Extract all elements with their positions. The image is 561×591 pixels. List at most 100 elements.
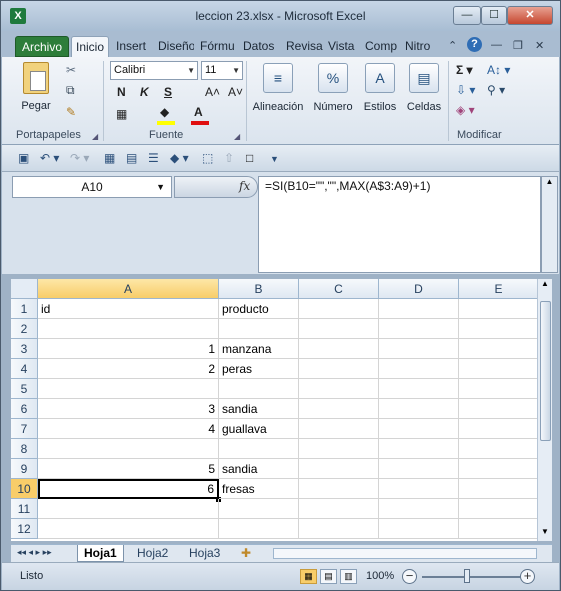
sheet-tab-hoja3[interactable]: Hoja3 (183, 545, 226, 562)
cell-a4[interactable]: 2 (38, 359, 219, 379)
underline-button[interactable]: S (164, 85, 172, 99)
cell-a7[interactable]: 4 (38, 419, 219, 439)
autosum-icon[interactable]: Σ ▾ (456, 63, 473, 77)
alignment-button[interactable]: ≡ Alineación (250, 60, 306, 126)
cell-e2[interactable] (459, 319, 539, 339)
clipboard-launcher-icon[interactable]: ◢ (92, 132, 98, 141)
cell-c11[interactable] (299, 499, 379, 519)
doc-close-icon[interactable]: ✕ (535, 39, 544, 52)
row-header[interactable]: 11 (11, 499, 38, 519)
font-name-combo[interactable]: Calibri ▼ (110, 61, 198, 80)
cell-d12[interactable] (379, 519, 459, 539)
cell-a5[interactable] (38, 379, 219, 399)
cell-b11[interactable] (219, 499, 299, 519)
border-icon[interactable]: □ (246, 151, 253, 165)
fill-color-qat-icon[interactable]: ◆ ▾ (170, 151, 189, 165)
formula-input[interactable]: =SI(B10="","",MAX(A$3:A9)+1) (258, 176, 541, 273)
row-header[interactable]: 5 (11, 379, 38, 399)
cell-d5[interactable] (379, 379, 459, 399)
cell-a2[interactable] (38, 319, 219, 339)
sort-filter-icon[interactable]: A↕ ▾ (487, 63, 510, 77)
row-header[interactable]: 4 (11, 359, 38, 379)
cell-d6[interactable] (379, 399, 459, 419)
font-launcher-icon[interactable]: ◢ (234, 132, 240, 141)
cell-a1[interactable]: id (38, 299, 219, 319)
cell-e5[interactable] (459, 379, 539, 399)
cell-a3[interactable]: 1 (38, 339, 219, 359)
cell-a8[interactable] (38, 439, 219, 459)
row-header[interactable]: 12 (11, 519, 38, 539)
cell-a12[interactable] (38, 519, 219, 539)
cell-c3[interactable] (299, 339, 379, 359)
tab-vista[interactable]: Vista (324, 36, 360, 57)
insert-sheet-icon[interactable]: ✚ (235, 545, 257, 562)
column-header-b[interactable]: B (219, 279, 299, 299)
row-header[interactable]: 9 (11, 459, 38, 479)
sheet-icon[interactable]: ▤ (126, 151, 137, 165)
scroll-up-icon[interactable]: ▲ (539, 279, 551, 291)
zoom-level[interactable]: 100% (366, 570, 394, 582)
cell-c5[interactable] (299, 379, 379, 399)
cell-d11[interactable] (379, 499, 459, 519)
redo-icon[interactable]: ↷ ▾ (70, 151, 89, 165)
cell-e12[interactable] (459, 519, 539, 539)
tab-nitro[interactable]: Nitro (401, 36, 439, 57)
cells-button[interactable]: ▤ Celdas (404, 60, 444, 126)
zoom-slider-thumb[interactable] (464, 569, 470, 583)
cell-a6[interactable]: 3 (38, 399, 219, 419)
grow-font-button[interactable]: A˄ (205, 85, 220, 99)
filter-icon[interactable]: ☰ (148, 151, 159, 165)
format-painter-icon[interactable]: ✎ (66, 105, 76, 119)
normal-view-icon[interactable]: ▦ (300, 569, 317, 584)
fill-color-icon[interactable]: ◆ (160, 105, 169, 119)
borders-icon[interactable]: ▦ (116, 107, 127, 121)
row-header[interactable]: 7 (11, 419, 38, 439)
tab-inicio[interactable]: Inicio (71, 36, 109, 57)
styles-button[interactable]: A Estilos (360, 60, 400, 126)
cell-e7[interactable] (459, 419, 539, 439)
number-button[interactable]: % Número (310, 60, 356, 126)
cell-b8[interactable] (219, 439, 299, 459)
spreadsheet-grid[interactable]: A B C D E 1 id producto 2 3 1 manzana 4 2 peras 5 6… (11, 279, 551, 541)
cell-d1[interactable] (379, 299, 459, 319)
cell-a10[interactable]: 6 (38, 479, 219, 499)
vertical-scrollbar[interactable]: ▲ ▼ (537, 279, 552, 541)
sheet-tab-hoja1[interactable]: Hoja1 (77, 545, 124, 562)
cell-c9[interactable] (299, 459, 379, 479)
cell-b2[interactable] (219, 319, 299, 339)
collapse-ribbon-icon[interactable]: ⌃ (448, 39, 457, 52)
zoom-out-icon[interactable]: − (402, 569, 417, 584)
cell-b12[interactable] (219, 519, 299, 539)
tab-revisar[interactable]: Revisa (282, 36, 324, 57)
column-header-d[interactable]: D (379, 279, 459, 299)
cell-b3[interactable]: manzana (219, 339, 299, 359)
cell-b1[interactable]: producto (219, 299, 299, 319)
sheet-nav-icons[interactable]: ◂◂ ◂ ▸ ▸▸ (17, 547, 52, 558)
minimize-button[interactable]: — (453, 6, 481, 25)
cell-d4[interactable] (379, 359, 459, 379)
zoom-slider-track[interactable] (422, 576, 520, 578)
maximize-button[interactable]: ☐ (481, 6, 507, 25)
column-header-a[interactable]: A (38, 279, 219, 299)
cut-icon[interactable]: ✂ (66, 63, 76, 77)
save-icon[interactable]: ▣ (18, 151, 29, 165)
tab-diseno[interactable]: Diseño (154, 36, 194, 57)
cell-b6[interactable]: sandia (219, 399, 299, 419)
cell-c2[interactable] (299, 319, 379, 339)
copy-icon[interactable]: ⧉ (66, 83, 75, 98)
help-icon[interactable]: ? (467, 37, 482, 52)
pointer-icon[interactable]: ⇧ (224, 151, 234, 165)
row-header[interactable]: 3 (11, 339, 38, 359)
cell-e11[interactable] (459, 499, 539, 519)
horizontal-scrollbar[interactable] (273, 548, 537, 559)
cell-a9[interactable]: 5 (38, 459, 219, 479)
doc-minimize-icon[interactable]: — (491, 39, 502, 51)
column-header-c[interactable]: C (299, 279, 379, 299)
zoom-in-icon[interactable]: + (520, 569, 535, 584)
tab-formulas[interactable]: Fórmu (196, 36, 236, 57)
column-header-e[interactable]: E (459, 279, 539, 299)
row-header[interactable]: 2 (11, 319, 38, 339)
page-layout-view-icon[interactable]: ▤ (320, 569, 337, 584)
cell-e10[interactable] (459, 479, 539, 499)
insert-function-icon[interactable]: fx (239, 179, 250, 193)
